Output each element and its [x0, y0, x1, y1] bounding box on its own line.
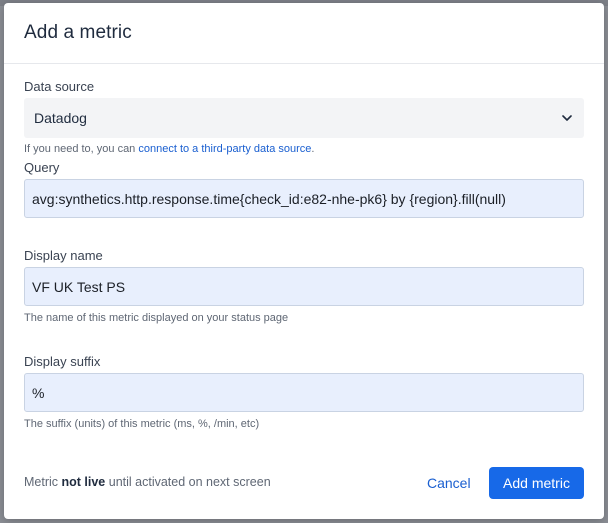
- connect-data-source-link[interactable]: connect to a third-party data source: [138, 143, 311, 155]
- header-divider: [4, 63, 604, 64]
- display-suffix-help: The suffix (units) of this metric (ms, %…: [24, 418, 260, 430]
- add-metric-button[interactable]: Add metric: [489, 467, 584, 499]
- display-name-label: Display name: [24, 248, 103, 263]
- footer-note-suffix: until activated on next screen: [105, 475, 271, 489]
- display-suffix-label: Display suffix: [24, 354, 101, 369]
- data-source-help-prefix: If you need to, you can: [24, 143, 139, 155]
- query-label: Query: [24, 160, 60, 175]
- query-input[interactable]: [24, 179, 584, 218]
- display-name-input[interactable]: [24, 267, 584, 306]
- data-source-help-suffix: .: [311, 143, 315, 155]
- footer-note-prefix: Metric: [24, 475, 62, 489]
- footer-note: Metric not live until activated on next …: [24, 475, 271, 489]
- chevron-down-icon: [560, 111, 574, 125]
- data-source-help: If you need to, you can connect to a thi…: [24, 143, 314, 155]
- data-source-label: Data source: [24, 79, 95, 94]
- display-name-help: The name of this metric displayed on you…: [24, 312, 289, 324]
- add-metric-modal: Add a metric Data source Datadog If you …: [4, 3, 604, 519]
- display-suffix-input[interactable]: [24, 373, 584, 412]
- data-source-selected-value: Datadog: [34, 110, 87, 126]
- footer-note-bold: not live: [61, 475, 106, 489]
- modal-title: Add a metric: [24, 22, 132, 43]
- cancel-button[interactable]: Cancel: [418, 468, 480, 498]
- data-source-select[interactable]: Datadog: [24, 98, 584, 138]
